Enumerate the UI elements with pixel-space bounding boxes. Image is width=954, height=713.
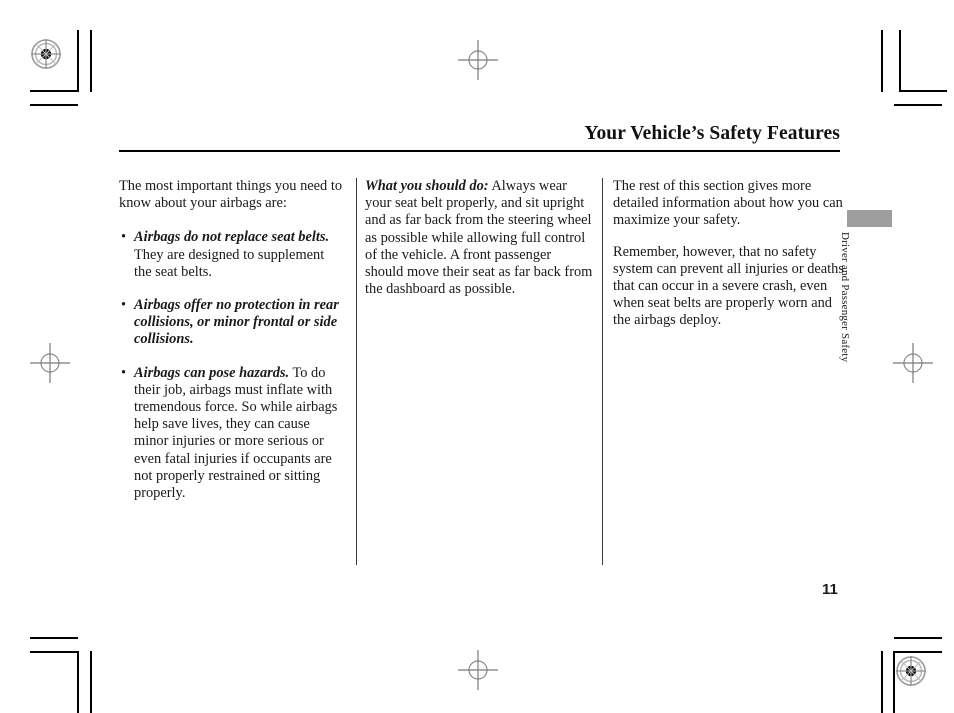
bullet-lead: Airbags offer no protection in rear coll… (134, 297, 339, 348)
crop-mark-bottom-right-vertical (893, 651, 895, 713)
column-1: The most important things you need to kn… (119, 178, 345, 502)
registration-rosette-top-left (31, 39, 61, 69)
crop-mark-bottom-right-horizontal-outer (894, 637, 942, 639)
column-3: The rest of this section gives more deta… (613, 178, 847, 330)
column-2: What you should do: Always wear your sea… (365, 178, 593, 298)
registration-crosshair-right (891, 341, 935, 385)
bullet-lead: Airbags can pose hazards. (134, 364, 290, 381)
what-you-should-do-lead: What you should do: (365, 178, 489, 194)
bullet-icon: • (121, 297, 127, 314)
crop-mark-top-left-horizontal (30, 90, 78, 92)
list-item: • Airbags can pose hazards. To do their j… (119, 365, 345, 503)
bullet-icon: • (121, 229, 127, 246)
section-thumb-tab-marker (847, 210, 892, 227)
column-3-paragraph-2: Remember, however, that no safety system… (613, 243, 844, 329)
registration-rosette-bottom-right (896, 656, 926, 686)
crop-mark-bottom-right-horizontal (894, 651, 942, 653)
header-rule (119, 150, 840, 152)
crop-mark-top-left-vertical (77, 30, 79, 92)
crop-mark-bottom-left-vertical (77, 651, 79, 713)
what-you-should-do-paragraph: What you should do: Always wear your sea… (365, 178, 593, 298)
crop-mark-top-right-vertical (899, 30, 901, 92)
column-3-paragraph-1: The rest of this section gives more deta… (613, 178, 843, 229)
list-item: • Airbags do not replace seat belts. They… (119, 229, 345, 281)
crop-mark-bottom-right-vertical-outer (881, 651, 883, 713)
crop-mark-bottom-left-horizontal (30, 651, 78, 653)
bullet-icon: • (121, 364, 127, 381)
registration-crosshair-top (456, 38, 500, 82)
bullet-body: To do their job, airbags must inflate wi… (134, 364, 338, 502)
registration-crosshair-bottom (456, 648, 500, 692)
crop-mark-top-right-vertical-outer (881, 30, 883, 92)
column-1-intro: The most important things you need to kn… (119, 178, 343, 212)
column-divider-2 (602, 178, 603, 565)
registration-crosshair-left (28, 341, 72, 385)
crop-mark-bottom-left-vertical-outer (90, 651, 92, 713)
page-number: 11 (822, 581, 838, 598)
crop-mark-bottom-left-horizontal-outer (30, 637, 78, 639)
page-title: Your Vehicle’s Safety Features (584, 123, 840, 144)
column-divider-1 (356, 178, 357, 565)
crop-mark-top-left-vertical-outer (90, 30, 92, 92)
crop-mark-top-right-horizontal-outer (894, 104, 942, 106)
crop-mark-top-right-horizontal (899, 90, 947, 92)
bullet-lead: Airbags do not replace seat belts. (134, 229, 330, 246)
what-you-should-do-body: Always wear your seat belt properly, and… (365, 178, 593, 298)
bullet-body: They are designed to supplement the seat… (134, 246, 325, 280)
section-thumb-tab-label: Driver and Passenger Safety (839, 232, 851, 363)
list-item: • Airbags offer no protection in rear col… (119, 297, 345, 349)
airbag-bullet-list: • Airbags do not replace seat belts. They… (119, 229, 345, 502)
crop-mark-top-left-horizontal-outer (30, 104, 78, 106)
